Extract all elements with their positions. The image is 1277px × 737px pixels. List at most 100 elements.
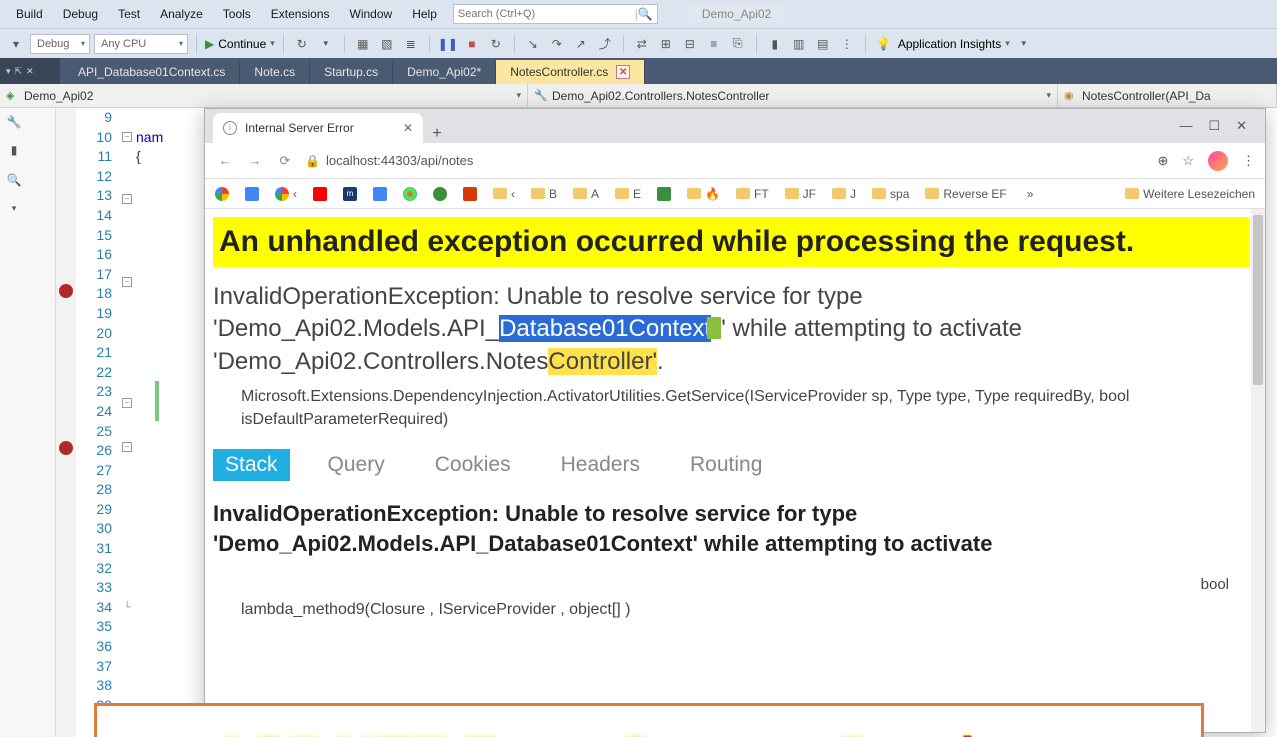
close-icon[interactable]: ✕ bbox=[1236, 118, 1247, 134]
tool-icon[interactable]: ▤ bbox=[813, 34, 833, 54]
wrench-icon[interactable]: 🔧 bbox=[4, 112, 24, 132]
bookmark[interactable] bbox=[215, 187, 229, 201]
tool-icon[interactable]: ⎘ bbox=[728, 34, 748, 54]
bookmark[interactable] bbox=[403, 187, 417, 201]
tab-query[interactable]: Query bbox=[316, 449, 397, 481]
dropdown-icon[interactable]: ▾ bbox=[6, 34, 26, 54]
tab-stack[interactable]: Stack bbox=[213, 449, 290, 481]
bookmark-folder[interactable]: J bbox=[832, 187, 856, 201]
menu-tools[interactable]: Tools bbox=[213, 7, 261, 21]
bookmark-folder[interactable]: B bbox=[531, 187, 557, 201]
scrollbar-thumb[interactable] bbox=[1253, 215, 1263, 385]
menu-test[interactable]: Test bbox=[108, 7, 150, 21]
bookmark-folder[interactable]: spa bbox=[872, 187, 909, 201]
menu-analyze[interactable]: Analyze bbox=[150, 7, 213, 21]
tab-routing[interactable]: Routing bbox=[678, 449, 774, 481]
bookmarks-overflow[interactable]: » bbox=[1027, 187, 1034, 201]
new-tab-button[interactable]: + bbox=[423, 125, 451, 143]
tab-cookies[interactable]: Cookies bbox=[423, 449, 523, 481]
fold-toggle[interactable]: − bbox=[122, 132, 132, 142]
page-viewport[interactable]: An unhandled exception occurred while pr… bbox=[205, 209, 1265, 732]
menu-window[interactable]: Window bbox=[340, 7, 403, 21]
overflow-icon[interactable]: ▾ bbox=[1014, 34, 1034, 54]
minimize-icon[interactable]: — bbox=[1179, 118, 1192, 134]
back-icon[interactable]: ← bbox=[215, 153, 235, 168]
other-bookmarks[interactable]: Weitere Lesezeichen bbox=[1125, 187, 1255, 201]
tab-headers[interactable]: Headers bbox=[549, 449, 652, 481]
tool-icon[interactable]: ≡ bbox=[704, 34, 724, 54]
tool-icon[interactable]: ≣ bbox=[401, 34, 421, 54]
restart-icon[interactable]: ↻ bbox=[292, 34, 312, 54]
step-into-icon[interactable]: ↘ bbox=[523, 34, 543, 54]
quick-launch[interactable]: | 🔍 bbox=[453, 4, 658, 24]
search-icon[interactable]: 🔍 bbox=[4, 170, 24, 190]
close-icon[interactable]: ✕ bbox=[26, 66, 34, 77]
dropdown-icon[interactable]: ▾ bbox=[6, 66, 11, 77]
pause-icon[interactable]: ❚❚ bbox=[438, 34, 458, 54]
bookmark[interactable] bbox=[463, 187, 477, 201]
tool-icon[interactable]: ⋮ bbox=[837, 34, 857, 54]
star-icon[interactable]: ☆ bbox=[1182, 153, 1194, 169]
bookmark[interactable] bbox=[373, 187, 387, 201]
browser-tab[interactable]: i Internal Server Error ✕ bbox=[213, 113, 423, 143]
step-icon[interactable]: ⤴ bbox=[595, 34, 615, 54]
doc-tab[interactable]: Demo_Api02 bbox=[393, 60, 496, 84]
chevron-down-icon[interactable]: ▾ bbox=[316, 34, 336, 54]
bookmark-folder[interactable]: A bbox=[573, 187, 599, 201]
doc-tab[interactable]: API_Database01Context.cs bbox=[64, 60, 240, 84]
step-out-icon[interactable]: ↗ bbox=[571, 34, 591, 54]
lightbulb-icon[interactable]: 💡 bbox=[874, 34, 894, 54]
pin-icon[interactable]: ▮ bbox=[4, 140, 24, 160]
insights-button[interactable]: Application Insights bbox=[898, 37, 1001, 51]
config-combo[interactable]: Debug bbox=[30, 34, 90, 54]
kebab-icon[interactable]: ⋮ bbox=[1242, 153, 1255, 169]
stop-icon[interactable]: ■ bbox=[462, 34, 482, 54]
bookmark[interactable] bbox=[313, 187, 327, 201]
search-input[interactable] bbox=[458, 8, 635, 20]
bookmark-folder[interactable]: JF bbox=[785, 187, 816, 201]
fold-toggle[interactable]: − bbox=[122, 194, 132, 204]
breakpoint-icon[interactable] bbox=[59, 284, 73, 298]
doc-tab[interactable]: Startup.cs bbox=[310, 60, 393, 84]
menu-extensions[interactable]: Extensions bbox=[261, 7, 340, 21]
profile-avatar[interactable] bbox=[1208, 151, 1228, 171]
tool-icon[interactable]: ⇄ bbox=[632, 34, 652, 54]
menu-build[interactable]: Build bbox=[6, 7, 53, 21]
tool-icon[interactable]: ⊟ bbox=[680, 34, 700, 54]
step-over-icon[interactable]: ↷ bbox=[547, 34, 567, 54]
address-bar[interactable]: 🔒 localhost:44303/api/notes bbox=[305, 153, 1147, 168]
bookmark-folder[interactable]: FT bbox=[736, 187, 769, 201]
fold-toggle[interactable]: − bbox=[122, 398, 132, 408]
project-combo[interactable]: ◈ Demo_Api02 ▾ bbox=[0, 84, 528, 107]
breakpoint-icon[interactable] bbox=[59, 441, 73, 455]
flag-icon[interactable]: ▮ bbox=[765, 34, 785, 54]
forward-icon[interactable]: → bbox=[245, 153, 265, 168]
reload-icon[interactable]: ⟳ bbox=[275, 153, 295, 169]
tool-icon[interactable]: ⊞ bbox=[656, 34, 676, 54]
scope-combo[interactable]: 🔧 Demo_Api02.Controllers.NotesController… bbox=[528, 84, 1058, 107]
bookmark[interactable]: m bbox=[343, 187, 357, 201]
chevron-down-icon[interactable]: ▾ bbox=[4, 198, 24, 218]
bookmark-folder[interactable]: E bbox=[615, 187, 641, 201]
member-combo[interactable]: ◉ NotesController(API_Da bbox=[1058, 84, 1277, 107]
maximize-icon[interactable]: ☐ bbox=[1208, 118, 1220, 134]
tool-icon[interactable]: ▦ bbox=[353, 34, 373, 54]
platform-combo[interactable]: Any CPU bbox=[94, 34, 188, 54]
bookmark[interactable]: ‹ bbox=[275, 187, 297, 201]
close-icon[interactable]: ✕ bbox=[403, 121, 413, 135]
bookmark[interactable] bbox=[657, 187, 671, 201]
fold-toggle[interactable]: − bbox=[122, 277, 132, 287]
tool-icon[interactable]: ▥ bbox=[789, 34, 809, 54]
bookmark-folder[interactable]: 🔥 bbox=[687, 187, 720, 201]
bookmark-folder[interactable]: ‹ bbox=[493, 187, 515, 201]
tool-icon[interactable]: ▧ bbox=[377, 34, 397, 54]
menu-debug[interactable]: Debug bbox=[53, 7, 108, 21]
continue-button[interactable]: ▶ Continue ▾ bbox=[205, 37, 275, 51]
fold-toggle[interactable]: − bbox=[122, 442, 132, 452]
close-icon[interactable]: ✕ bbox=[616, 65, 630, 79]
restart-icon[interactable]: ↻ bbox=[486, 34, 506, 54]
bookmark[interactable] bbox=[245, 187, 259, 201]
menu-help[interactable]: Help bbox=[402, 7, 447, 21]
pin-icon[interactable]: ⇱ bbox=[15, 66, 23, 77]
zoom-icon[interactable]: ⊕ bbox=[1157, 153, 1168, 169]
